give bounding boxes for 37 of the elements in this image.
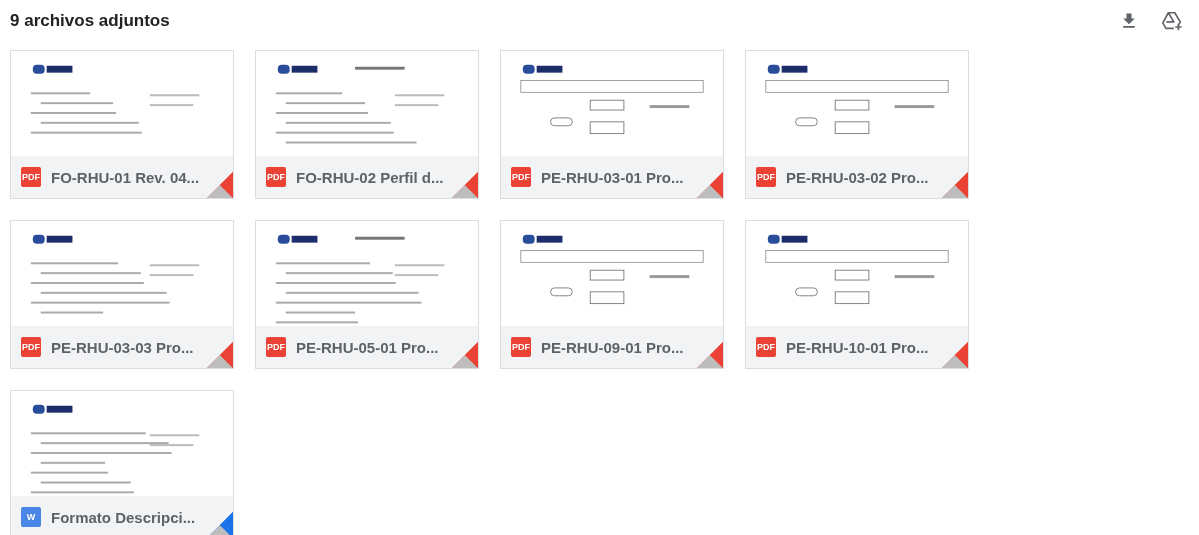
page-corner-icon [207, 172, 233, 198]
page-corner-icon [452, 172, 478, 198]
attachment-card[interactable]: W Formato Descripci... [10, 390, 234, 535]
attachment-card[interactable]: PDF PE-RHU-03-03 Pro... [10, 220, 234, 369]
attachments-title: 9 archivos adjuntos [10, 11, 170, 31]
page-corner-icon [207, 342, 233, 368]
file-type-icon: PDF [21, 167, 41, 188]
file-type-icon: PDF [266, 337, 286, 358]
file-name: PE-RHU-03-01 Pro... [541, 168, 684, 186]
file-type-icon: PDF [756, 167, 776, 188]
file-name: PE-RHU-03-02 Pro... [786, 168, 929, 186]
file-type-icon: PDF [266, 167, 286, 188]
attachment-card[interactable]: PDF PE-RHU-03-01 Pro... [500, 50, 724, 199]
file-name: Formato Descripci... [51, 508, 196, 526]
file-type-icon: PDF [756, 337, 776, 358]
page-corner-icon [697, 342, 723, 368]
attachment-card[interactable]: PDF PE-RHU-03-02 Pro... [745, 50, 969, 199]
drive-add-icon[interactable] [1161, 10, 1183, 32]
file-type-icon: W [21, 507, 41, 528]
page-corner-icon [697, 172, 723, 198]
file-name: FO-RHU-01 Rev. 04... [51, 168, 200, 186]
attachment-card[interactable]: PDF FO-RHU-01 Rev. 04... [10, 50, 234, 199]
file-name: PE-RHU-10-01 Pro... [786, 338, 929, 356]
file-type-icon: PDF [511, 167, 531, 188]
attachment-card[interactable]: PDF PE-RHU-09-01 Pro... [500, 220, 724, 369]
file-name: PE-RHU-09-01 Pro... [541, 338, 684, 356]
attachment-card[interactable]: PDF FO-RHU-02 Perfil d... [255, 50, 479, 199]
file-name: FO-RHU-02 Perfil d... [296, 168, 444, 186]
attachment-card[interactable]: PDF PE-RHU-10-01 Pro... [745, 220, 969, 369]
file-name: PE-RHU-03-03 Pro... [51, 338, 194, 356]
file-name: PE-RHU-05-01 Pro... [296, 338, 439, 356]
page-corner-icon [452, 342, 478, 368]
file-type-icon: PDF [21, 337, 41, 358]
page-corner-icon [942, 172, 968, 198]
page-corner-icon [942, 342, 968, 368]
attachment-card[interactable]: PDF PE-RHU-05-01 Pro... [255, 220, 479, 369]
file-type-icon: PDF [511, 337, 531, 358]
